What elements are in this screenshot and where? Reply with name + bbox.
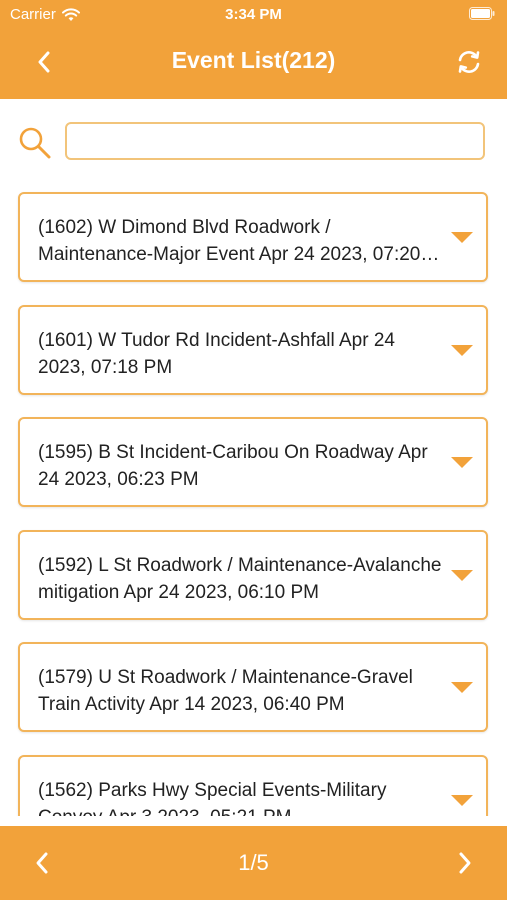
refresh-button[interactable] <box>449 44 489 80</box>
event-item[interactable]: (1592) L St Roadwork / Maintenance-Avala… <box>18 530 488 620</box>
page-title: Event List(212) <box>171 47 336 73</box>
event-item[interactable]: (1595) B St Incident-Caribou On Roadway … <box>18 417 488 507</box>
event-item[interactable]: (1562) Parks Hwy Special Events-Military… <box>18 755 488 816</box>
nav-bar: Event List(212) <box>0 30 507 96</box>
event-text: (1601) W Tudor Rd Incident-Ashfall Apr 2… <box>38 330 395 378</box>
next-page-button[interactable] <box>449 846 481 880</box>
pagination-bar: 1/5 <box>0 826 507 900</box>
event-item[interactable]: (1602) W Dimond Blvd Roadwork / Maintena… <box>18 192 488 282</box>
caret-down-icon[interactable] <box>451 232 473 243</box>
event-text: (1562) Parks Hwy Special Events-Military… <box>38 780 387 816</box>
chevron-right-icon <box>459 852 471 874</box>
battery-icon <box>469 7 495 20</box>
status-bar: Carrier 3:34 PM <box>0 0 507 28</box>
page-indicator: 1/5 <box>238 850 269 875</box>
header: Carrier 3:34 PM Event List(212) <box>0 0 507 99</box>
event-item[interactable]: (1601) W Tudor Rd Incident-Ashfall Apr 2… <box>18 305 488 395</box>
caret-down-icon[interactable] <box>451 570 473 581</box>
search-input[interactable] <box>65 122 485 160</box>
status-time: 3:34 PM <box>225 6 282 23</box>
caret-down-icon[interactable] <box>451 457 473 468</box>
event-text: (1579) U St Roadwork / Maintenance-Grave… <box>38 667 413 715</box>
caret-down-icon[interactable] <box>451 682 473 693</box>
event-text: (1592) L St Roadwork / Maintenance-Avala… <box>38 555 442 603</box>
caret-down-icon[interactable] <box>451 345 473 356</box>
event-item[interactable]: (1579) U St Roadwork / Maintenance-Grave… <box>18 642 488 732</box>
search-row <box>0 118 507 168</box>
refresh-icon <box>458 51 480 73</box>
event-list-screen: Carrier 3:34 PM Event List(212) (1602) W… <box>0 0 507 900</box>
event-list: (1602) W Dimond Blvd Roadwork / Maintena… <box>0 190 507 816</box>
search-icon[interactable] <box>18 126 52 160</box>
event-text: (1595) B St Incident-Caribou On Roadway … <box>38 442 428 490</box>
caret-down-icon[interactable] <box>451 795 473 806</box>
event-text: (1602) W Dimond Blvd Roadwork / Maintena… <box>38 217 421 265</box>
